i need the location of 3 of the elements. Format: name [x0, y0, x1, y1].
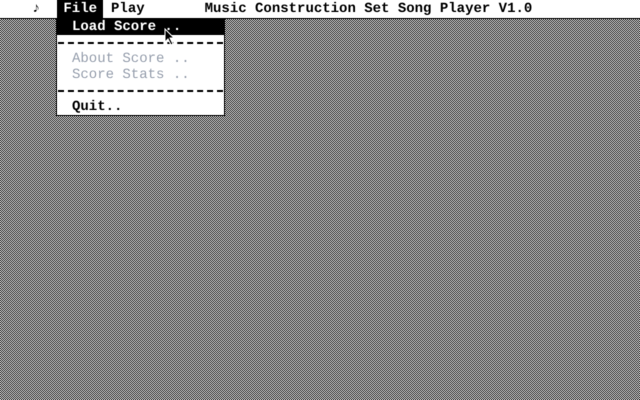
- menu-title[interactable]: File: [57, 0, 104, 18]
- window-title: Music Construction Set Song Player V1.0: [204, 0, 532, 18]
- menu-item[interactable]: Load Score ..: [57, 19, 224, 35]
